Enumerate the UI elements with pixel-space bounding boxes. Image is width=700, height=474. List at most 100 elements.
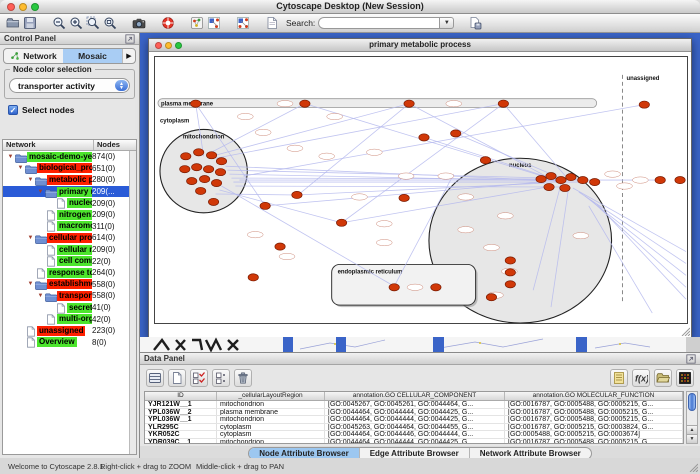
import-annotation-icon[interactable] bbox=[466, 15, 483, 32]
status-welcome: Welcome to Cytoscape 2.8.1 bbox=[8, 462, 104, 471]
network-canvas[interactable]: plasma membranecytoplasmmitochondrionnuc… bbox=[154, 56, 688, 324]
tree-row-5[interactable]: 4 14">nitrogen compo209(0) bbox=[3, 209, 129, 221]
tree-row-14[interactable]: 4 14">multi-organism pro42(0) bbox=[3, 313, 129, 325]
tab-edge-attribute-browser[interactable]: Edge Attribute Browser bbox=[360, 448, 470, 459]
network-leaf-icon: 4 14"> bbox=[55, 198, 67, 208]
import-attributes-icon[interactable] bbox=[654, 369, 672, 387]
tree-row-0[interactable]: ▼4 14">mosaic-demo-yeast874(0) bbox=[3, 151, 129, 163]
tree-row-2[interactable]: ▼4 14">metabolic process280(0) bbox=[3, 174, 129, 186]
zoom-fit-icon[interactable] bbox=[101, 15, 118, 32]
tree-row-9[interactable]: 4 14">cell communicat22(0) bbox=[3, 255, 129, 267]
search-options-dropdown[interactable]: ▼ bbox=[440, 17, 454, 29]
tree-row-15[interactable]: 4 14">unassigned223(0) bbox=[3, 325, 129, 337]
select-attributes-icon[interactable] bbox=[190, 369, 208, 387]
tree-row-12[interactable]: ▼4 14">transport558(0) bbox=[3, 290, 129, 302]
tree-row-11[interactable]: ▼4 14">establishment of lo558(0) bbox=[3, 279, 129, 291]
float-panel-icon[interactable] bbox=[686, 354, 696, 364]
window-resize-grip[interactable] bbox=[680, 326, 690, 336]
network-node-selected bbox=[199, 176, 209, 183]
tree-expander-icon[interactable]: ▼ bbox=[36, 189, 45, 195]
tab-node-attribute-browser[interactable]: Node Attribute Browser bbox=[249, 448, 360, 459]
tree-row-node-count: 41(0) bbox=[92, 303, 129, 312]
tree-row-6[interactable]: 4 14">macromolecule311(0) bbox=[3, 221, 129, 233]
zoom-selected-icon[interactable] bbox=[84, 15, 101, 32]
column-header-0[interactable]: ID bbox=[145, 392, 217, 400]
new-attribute-icon[interactable] bbox=[168, 369, 186, 387]
table-cell: [GO:0016787, GO:0005488, GO:0005215, G..… bbox=[505, 416, 683, 423]
tree-row-7[interactable]: ▼4 14">cellular process614(0) bbox=[3, 232, 129, 244]
attribute-notes-icon[interactable] bbox=[610, 369, 628, 387]
tab-network-attribute-browser[interactable]: Network Attribute Browser bbox=[470, 448, 591, 459]
table-scrollbar-thumb[interactable] bbox=[688, 393, 696, 411]
tree-row-1[interactable]: ▼4 14">biological_process651(0) bbox=[3, 163, 129, 175]
table-row-0[interactable]: YJR121W__1mitochondrion[GO:0045267, GO:0… bbox=[145, 401, 683, 409]
tree-row-8[interactable]: 4 14">cellular metabol209(0) bbox=[3, 244, 129, 256]
tree-row-label: secretion bbox=[67, 303, 92, 313]
zoom-out-icon[interactable] bbox=[50, 15, 67, 32]
table-scrollbar[interactable]: ▲ ▼ bbox=[686, 391, 698, 444]
network-overview-icon[interactable] bbox=[188, 15, 205, 32]
float-panel-icon[interactable] bbox=[125, 34, 135, 44]
layout-network-icon[interactable] bbox=[205, 15, 222, 32]
open-file-icon[interactable] bbox=[4, 15, 21, 32]
attribute-matrix-icon[interactable] bbox=[676, 369, 694, 387]
select-nodes-checkbox[interactable]: ✓ bbox=[8, 105, 18, 115]
tree-expander-icon[interactable]: ▼ bbox=[6, 154, 15, 160]
table-row-3[interactable]: YLR295Ccytoplasm[GO:0045263, GO:0044464,… bbox=[145, 424, 683, 432]
tree-expander-icon[interactable]: ▼ bbox=[26, 177, 35, 183]
tree-row-16[interactable]: 4 14">Overview8(0) bbox=[3, 337, 129, 349]
tree-row-3[interactable]: ▼4 14">primary metabol209(... bbox=[3, 186, 129, 198]
scroll-up-icon[interactable]: ▲ bbox=[687, 425, 697, 434]
select-nodes-label: Select nodes bbox=[22, 105, 74, 115]
window-title: Cytoscape Desktop (New Session) bbox=[0, 1, 700, 11]
network-node-selected bbox=[260, 202, 270, 209]
tree-expander-icon[interactable]: ▼ bbox=[26, 235, 35, 241]
network-node bbox=[605, 171, 621, 177]
network-node bbox=[376, 221, 392, 227]
column-header-1[interactable]: _cellularLayoutRegion bbox=[217, 392, 325, 400]
tree-row-4[interactable]: 4 14">nucleobase-209(0) bbox=[3, 197, 129, 209]
tree-column-nodes[interactable]: Nodes bbox=[94, 140, 136, 150]
layout-network-alt-icon[interactable] bbox=[234, 15, 251, 32]
delete-attribute-icon[interactable] bbox=[234, 369, 252, 387]
save-session-icon[interactable] bbox=[21, 15, 38, 32]
annotation-page-icon[interactable] bbox=[263, 15, 280, 32]
control-tab-mosaic[interactable]: Mosaic bbox=[63, 49, 122, 63]
table-row-5[interactable]: YDR039C__1mitochondrion[GO:0044464, GO:0… bbox=[145, 439, 683, 444]
control-tab-network[interactable]: 4 14">Network bbox=[4, 49, 63, 63]
tree-expander-icon[interactable]: ▼ bbox=[26, 281, 35, 287]
network-node-selected bbox=[211, 179, 221, 186]
network-node bbox=[287, 145, 303, 151]
formula-builder-icon[interactable]: f(x) bbox=[632, 369, 650, 387]
app-resize-grip[interactable] bbox=[688, 462, 698, 472]
tree-column-network[interactable]: Network bbox=[3, 140, 94, 150]
network-view-title: primary metabolic process bbox=[149, 40, 691, 49]
network-node bbox=[366, 149, 382, 155]
table-row-1[interactable]: YPL036W__2plasma membrane[GO:0044464, GO… bbox=[145, 409, 683, 417]
table-row-2[interactable]: YPL036W__1mitochondrion[GO:0044464, GO:0… bbox=[145, 416, 683, 424]
help-lifesaver-icon[interactable] bbox=[159, 15, 176, 32]
table-row-4[interactable]: YKR052Ccytoplasm[GO:0044464, GO:0044446,… bbox=[145, 431, 683, 439]
zoom-in-icon[interactable] bbox=[67, 15, 84, 32]
tab-scroll-right-icon[interactable]: ▶ bbox=[122, 49, 135, 63]
column-header-2[interactable]: annotation.GO CELLULAR_COMPONENT bbox=[325, 392, 505, 400]
tree-expander-icon[interactable]: ▼ bbox=[36, 293, 45, 299]
tree-scrollbar[interactable] bbox=[129, 151, 136, 454]
scroll-down-icon[interactable]: ▼ bbox=[687, 434, 697, 443]
network-window-titlebar[interactable]: primary metabolic process bbox=[149, 39, 691, 52]
search-input[interactable] bbox=[318, 17, 440, 29]
table-cell: [GO:0044464, GO:0044446, GO:0044444, G..… bbox=[325, 431, 505, 438]
snapshot-camera-icon[interactable] bbox=[130, 15, 147, 32]
table-cell: YKR052C bbox=[145, 431, 217, 438]
network-leaf-icon: 4 14"> bbox=[45, 210, 57, 220]
attribute-table-icon[interactable] bbox=[146, 369, 164, 387]
folder-icon: 4 14"> bbox=[45, 291, 57, 301]
unselect-attributes-icon[interactable] bbox=[212, 369, 230, 387]
tree-expander-icon[interactable]: ▼ bbox=[16, 165, 25, 171]
tree-row-10[interactable]: 4 14">response to stimulu264(0) bbox=[3, 267, 129, 279]
tree-row-13[interactable]: 4 14">secretion41(0) bbox=[3, 302, 129, 314]
column-header-3[interactable]: annotation.GO MOLECULAR_FUNCTION bbox=[505, 392, 683, 400]
mdi-desktop: primary metabolic process plasma membran… bbox=[140, 33, 700, 352]
network-node-selected bbox=[655, 177, 665, 184]
color-attribute-select[interactable]: transporter activity ▲▼ bbox=[9, 78, 130, 93]
